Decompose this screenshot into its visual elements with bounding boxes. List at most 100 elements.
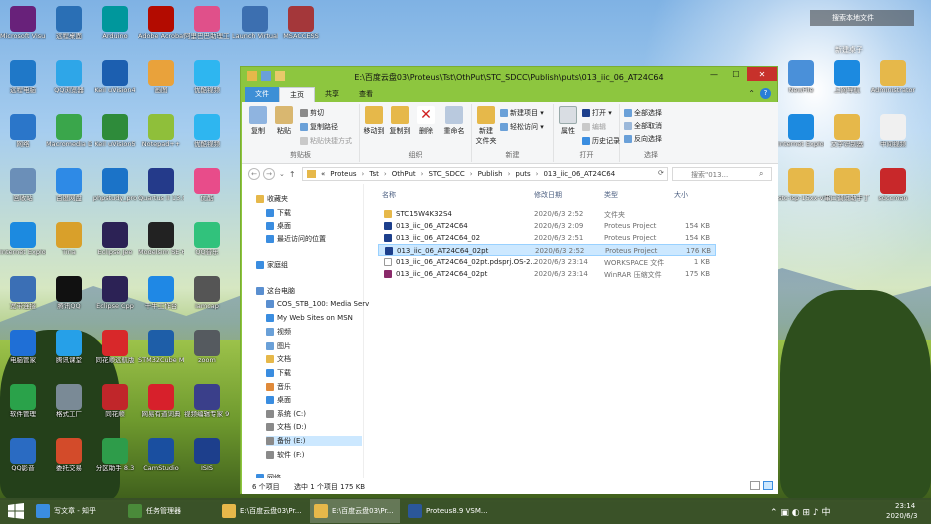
breadcrumb-item[interactable]: OthPut <box>392 170 416 178</box>
desktop-icon[interactable]: 串口调试助手丁丁 <box>824 168 870 212</box>
nav-pc-item[interactable]: 文档 (D:) <box>266 422 306 432</box>
nav-pc-item[interactable]: 桌面 <box>266 395 291 405</box>
desktop-icon[interactable]: 回收站 <box>0 168 46 212</box>
delete-button[interactable]: ✕ 删除 <box>414 106 438 136</box>
desktop-icon[interactable]: iamcap <box>184 276 230 320</box>
help-icon[interactable]: ? <box>760 88 771 99</box>
nav-pc-item[interactable]: My Web Sites on MSN <box>266 313 353 322</box>
taskbar-item[interactable]: E:\百度云盘03\Pr... <box>218 499 308 523</box>
breadcrumb[interactable]: « Proteus › Tst › OthPut › STC_SDCC › Publish › put… <box>302 167 668 181</box>
desktop-icon[interactable]: Modelsim SE-64 10.4 <box>138 222 184 266</box>
edit-button[interactable]: 编辑 <box>582 122 606 132</box>
column-header-size[interactable]: 大小 <box>674 190 688 200</box>
desktop-icon[interactable]: 网络 <box>0 114 46 158</box>
desktop-icon[interactable]: Eclipse Cpp <box>92 276 138 320</box>
desktop-icon[interactable]: 远程电脑 <box>0 60 46 104</box>
desktop-icon[interactable]: CamStudio <box>138 438 184 482</box>
tab-view[interactable]: 查看 <box>349 87 383 102</box>
desktop-icon[interactable]: 分区助手 8.3 <box>92 438 138 482</box>
nav-this-pc[interactable]: 这台电脑 <box>256 286 295 296</box>
desktop-icon[interactable]: Arduino <box>92 6 138 50</box>
open-button[interactable]: 打开 ▾ <box>582 108 612 118</box>
nav-favorites[interactable]: 收藏夹 <box>256 194 288 204</box>
breadcrumb-item[interactable]: Publish <box>478 170 503 178</box>
desktop-icon[interactable]: ISIS <box>184 438 230 482</box>
desktop-icon[interactable]: 视频编辑专家 9.3 <box>184 384 230 428</box>
cut-button[interactable]: 剪切 <box>300 108 324 118</box>
nav-pc-item[interactable]: 系统 (C:) <box>266 409 306 419</box>
nav-favorite-item[interactable]: 下载 <box>266 208 291 218</box>
desktop-icon[interactable]: 千牛工作台 <box>138 276 184 320</box>
back-button[interactable]: ← <box>248 168 260 180</box>
taskbar-item[interactable]: 任务管理器 <box>124 499 214 523</box>
desktop-icon[interactable]: QQ音乐 <box>184 222 230 266</box>
desktop-icon[interactable]: 优酷视频 <box>184 114 230 158</box>
desktop-search-widget[interactable]: 搜索本地文件 <box>810 10 914 26</box>
desktop-icon[interactable]: 百度网盘 <box>46 168 92 212</box>
up-button[interactable]: ↑ <box>289 170 296 179</box>
window-titlebar[interactable]: E:\百度云盘03\Proteus\Tst\OthPut\STC_SDCC\Pu… <box>241 67 777 87</box>
windows-icon[interactable] <box>8 503 24 519</box>
nav-pc-item[interactable]: 音乐 <box>266 382 291 392</box>
breadcrumb-item[interactable]: 013_iic_06_AT24C64 <box>543 170 615 178</box>
new-folder-button[interactable]: 新建 文件夹 <box>474 106 498 146</box>
nav-pc-item[interactable]: COS_STB_100: Media Serv <box>266 300 369 308</box>
desktop-icon[interactable]: 同花顺远航版 <box>92 330 138 374</box>
desktop-icon[interactable]: stc-isp-15xx-v6.87E <box>778 168 824 212</box>
forward-button[interactable]: → <box>263 168 275 180</box>
desktop-icon[interactable]: 画图 <box>138 60 184 104</box>
copy-path-button[interactable]: 复制路径 <box>300 122 338 132</box>
breadcrumb-item[interactable]: STC_SDCC <box>428 170 464 178</box>
clock-date[interactable]: 2020/6/3 <box>886 512 917 520</box>
desktop-icon[interactable]: QQ影音 <box>0 438 46 482</box>
desktop-icon[interactable]: STM32Cube MX <box>138 330 184 374</box>
move-to-button[interactable]: 移动到 <box>362 106 386 136</box>
desktop-icon[interactable]: Adobe Acrobat DC <box>138 6 184 50</box>
desktop-icon[interactable]: NewFile <box>778 60 824 104</box>
desktop-icon[interactable]: Keil uVision4 <box>92 60 138 104</box>
nav-pc-item[interactable]: 软件 (F:) <box>266 450 305 460</box>
close-button[interactable]: ✕ <box>747 67 777 81</box>
desktop-icon[interactable]: zoom <box>184 330 230 374</box>
breadcrumb-item[interactable]: Proteus <box>330 170 356 178</box>
paste-shortcut-button[interactable]: 粘贴快捷方式 <box>300 136 352 146</box>
file-row[interactable]: STC15W4K32S4 2020/6/3 2:52 文件夹 <box>378 208 716 220</box>
rename-button[interactable]: 重命名 <box>440 106 468 136</box>
desktop-icon[interactable]: 远程桌面 <box>46 6 92 50</box>
file-row[interactable]: 013_iic_06_AT24C64_02pt 2020/6/3 2:52 Prot… <box>378 244 716 256</box>
desktop-icon[interactable]: 腾讯课堂 <box>46 330 92 374</box>
large-icons-view-icon[interactable] <box>763 481 773 490</box>
desktop-icon[interactable]: 文字识别器 <box>824 114 870 158</box>
desktop-icon[interactable]: Keil uVision5 <box>92 114 138 158</box>
taskbar-item[interactable]: Proteus8.9 VSM... <box>404 499 494 523</box>
tab-home[interactable]: 主页 <box>279 87 315 102</box>
breadcrumb-item[interactable]: puts <box>515 170 530 178</box>
nav-pc-item[interactable]: 图片 <box>266 341 291 351</box>
desktop-icon[interactable]: 同花顺 <box>92 384 138 428</box>
desktop-icon[interactable]: Internet Explorer <box>778 114 824 158</box>
tab-file[interactable]: 文件 <box>245 87 279 102</box>
breadcrumb-item[interactable]: Tst <box>369 170 379 178</box>
desktop-icon[interactable]: Administrator <box>870 60 916 104</box>
desktop-icon[interactable]: Eclipse Jee <box>92 222 138 266</box>
desktop-icon[interactable]: Quartus II 13.0sp1 (64... <box>138 168 184 212</box>
desktop-icon[interactable]: Microsoft Visual Studio... <box>0 6 46 50</box>
desktop-icon[interactable]: 软件管理 <box>0 384 46 428</box>
nav-pc-item[interactable]: 文档 <box>266 354 291 364</box>
history-button[interactable]: 历史记录 <box>582 136 620 146</box>
desktop-icon[interactable]: 腾讯QQ <box>46 276 92 320</box>
ribbon-collapse-icon[interactable]: ⌃ <box>748 89 755 98</box>
recent-locations-icon[interactable]: ⌄ <box>279 170 285 178</box>
new-item-button[interactable]: 新建项目 ▾ <box>500 108 544 118</box>
file-row[interactable]: 013_iic_06_AT24C64_02 2020/6/3 2:51 Proteu… <box>378 232 716 244</box>
desktop-icon[interactable]: 宽带连接 <box>0 276 46 320</box>
desktop-icon[interactable]: 优酷 <box>184 168 230 212</box>
desktop-icon[interactable]: 上网导航 <box>824 60 870 104</box>
nav-pc-item[interactable]: 下载 <box>266 368 291 378</box>
desktop-icon[interactable]: 中间视频 <box>870 114 916 158</box>
file-row[interactable]: 013_iic_06_AT24C64 2020/6/3 2:09 Proteus P… <box>378 220 716 232</box>
properties-button[interactable]: 属性 <box>556 106 580 136</box>
desktop-icon[interactable]: phpstudy_pro <box>92 168 138 212</box>
desktop-icon[interactable]: 电脑管家 <box>0 330 46 374</box>
breadcrumb-item[interactable]: « <box>321 170 325 178</box>
